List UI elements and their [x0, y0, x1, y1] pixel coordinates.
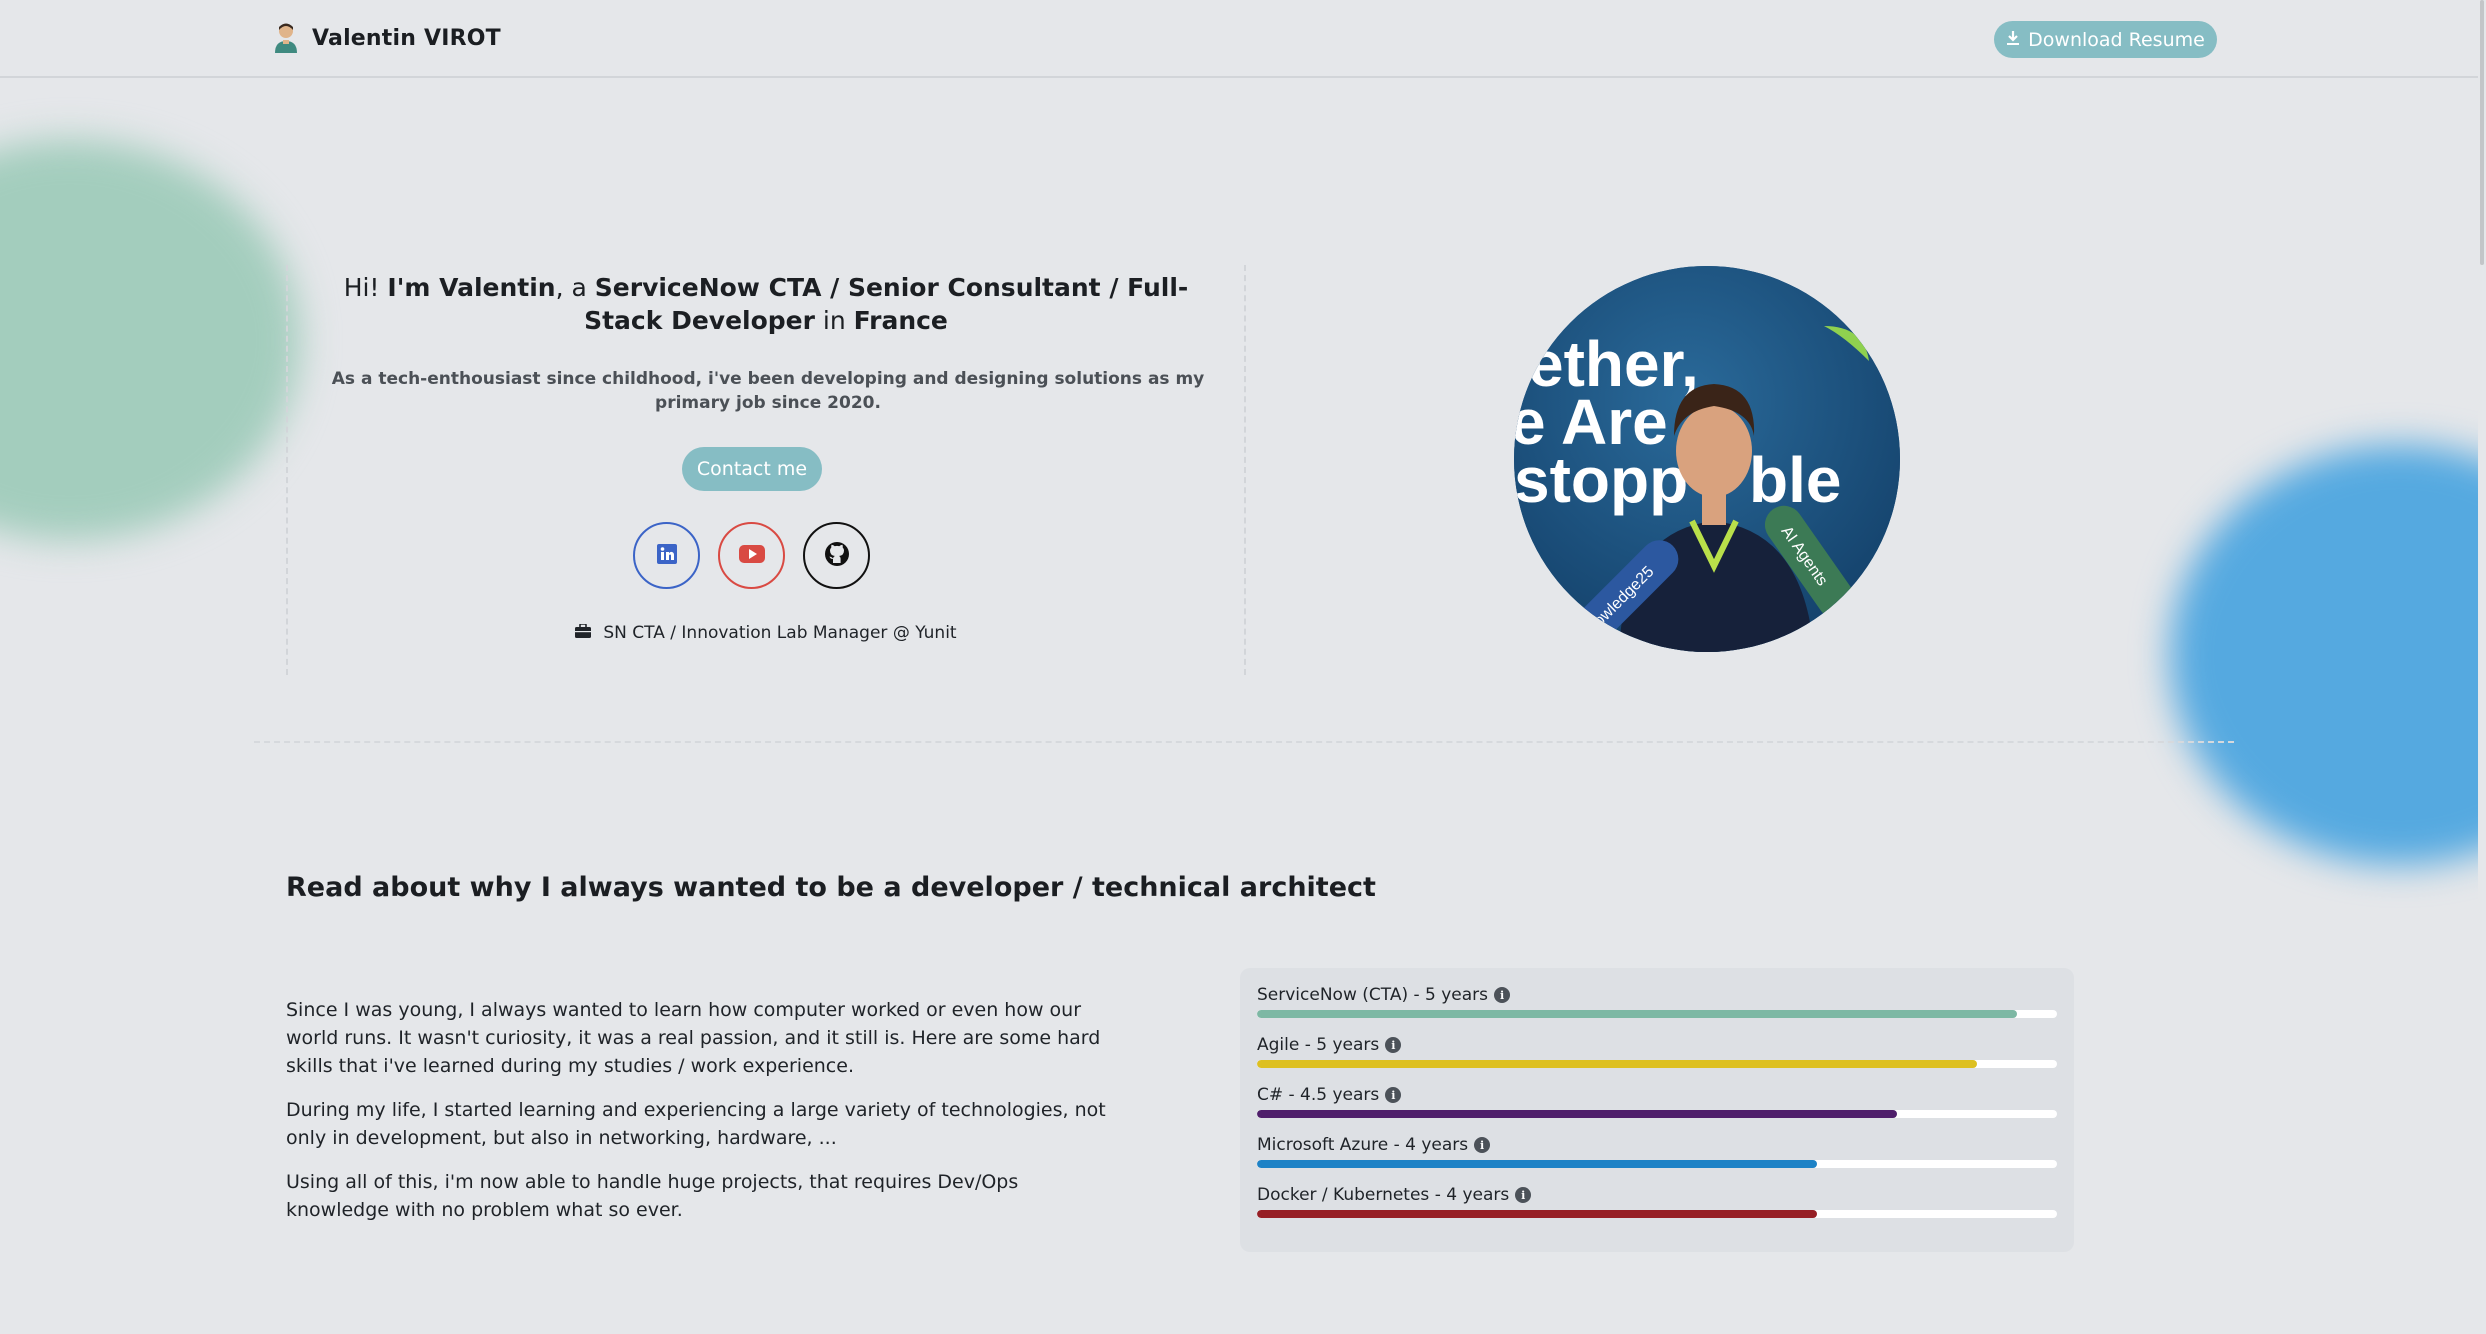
skill-progress-track	[1257, 1010, 2057, 1018]
skill-label: ServiceNow (CTA) - 5 years i	[1257, 984, 2057, 1006]
about-title: Read about why I always wanted to be a d…	[286, 872, 1376, 903]
skill-item: Agile - 5 years i	[1257, 1034, 2057, 1084]
download-icon	[2006, 29, 2020, 51]
about-paragraph: Since I was young, I always wanted to le…	[286, 999, 1101, 1077]
info-icon[interactable]: i	[1474, 1137, 1491, 1153]
skill-item: Microsoft Azure - 4 years i	[1257, 1134, 2057, 1184]
skill-name: Microsoft Azure - 4 years	[1257, 1135, 1469, 1155]
section-divider	[254, 741, 2234, 743]
skill-label: Docker / Kubernetes - 4 years i	[1257, 1184, 2057, 1206]
skill-label: Microsoft Azure - 4 years i	[1257, 1134, 2057, 1156]
hero-intro: Hi! I'm Valentin, a ServiceNow CTA / Sen…	[286, 265, 1246, 675]
download-label: Download Resume	[2028, 28, 2205, 51]
skill-name: Agile - 5 years	[1257, 1035, 1380, 1055]
linkedin-icon	[656, 543, 678, 569]
decorative-blob-blue	[2170, 445, 2486, 865]
skill-progress-track	[1257, 1160, 2057, 1168]
skill-progress-fill	[1257, 1160, 1817, 1168]
skill-label: C# - 4.5 years i	[1257, 1084, 2057, 1106]
info-icon[interactable]: i	[1385, 1087, 1402, 1103]
skill-item: C# - 4.5 years i	[1257, 1084, 2057, 1134]
skill-name: Docker / Kubernetes - 4 years	[1257, 1185, 1510, 1205]
download-resume-button[interactable]: Download Resume	[1994, 21, 2217, 58]
page: Valentin VIROT Download Resume Hi! I'm V…	[0, 0, 2486, 1334]
skill-progress-fill	[1257, 1110, 1897, 1118]
avatar-icon	[272, 22, 300, 54]
skill-progress-track	[1257, 1210, 2057, 1218]
youtube-icon	[738, 544, 765, 568]
info-icon[interactable]: i	[1494, 987, 1511, 1003]
info-icon[interactable]: i	[1515, 1187, 1532, 1203]
about-text: Since I was young, I always wanted to le…	[286, 996, 1126, 1240]
about-paragraph: Using all of this, i'm now able to handl…	[286, 1171, 1019, 1221]
skill-progress-fill	[1257, 1010, 2017, 1018]
contact-me-button[interactable]: Contact me	[682, 447, 822, 491]
skill-item: Docker / Kubernetes - 4 years i	[1257, 1184, 2057, 1234]
photo-text-line-3: stopp	[1514, 444, 1688, 516]
youtube-link[interactable]	[718, 522, 785, 589]
header: Valentin VIROT Download Resume	[0, 0, 2486, 78]
skill-name: C# - 4.5 years	[1257, 1085, 1380, 1105]
brand[interactable]: Valentin VIROT	[272, 22, 501, 54]
social-links	[633, 522, 870, 589]
github-icon	[824, 541, 850, 571]
skill-name: ServiceNow (CTA) - 5 years	[1257, 985, 1489, 1005]
scrollbar-thumb[interactable]	[2480, 0, 2484, 265]
profile-photo: ether, e Are stopp ble nowledge25 AI Age…	[1514, 266, 1900, 652]
briefcase-icon	[575, 623, 592, 643]
skill-progress-fill	[1257, 1210, 1817, 1218]
skill-progress-track	[1257, 1060, 2057, 1068]
hero-title: Hi! I'm Valentin, a ServiceNow CTA / Sen…	[343, 273, 1189, 335]
photo-text-line-4: ble	[1749, 444, 1841, 516]
hero-subtitle: As a tech-enthousiast since childhood, i…	[331, 369, 1205, 413]
scrollbar[interactable]	[2478, 0, 2486, 1334]
linkedin-link[interactable]	[633, 522, 700, 589]
github-link[interactable]	[803, 522, 870, 589]
skill-label: Agile - 5 years i	[1257, 1034, 2057, 1056]
skill-progress-fill	[1257, 1060, 1977, 1068]
info-icon[interactable]: i	[1385, 1037, 1402, 1053]
current-job: SN CTA / Innovation Lab Manager @ Yunit	[288, 623, 1244, 643]
brand-name: Valentin VIROT	[312, 25, 501, 51]
decorative-blob-green	[0, 140, 300, 540]
skill-item: ServiceNow (CTA) - 5 years i	[1257, 984, 2057, 1034]
about-paragraph: During my life, I started learning and e…	[286, 1099, 1106, 1149]
job-title: SN CTA / Innovation Lab Manager @ Yunit	[603, 623, 957, 643]
skills-panel: ServiceNow (CTA) - 5 years i Agile - 5 yea…	[1240, 968, 2074, 1252]
skill-progress-track	[1257, 1110, 2057, 1118]
